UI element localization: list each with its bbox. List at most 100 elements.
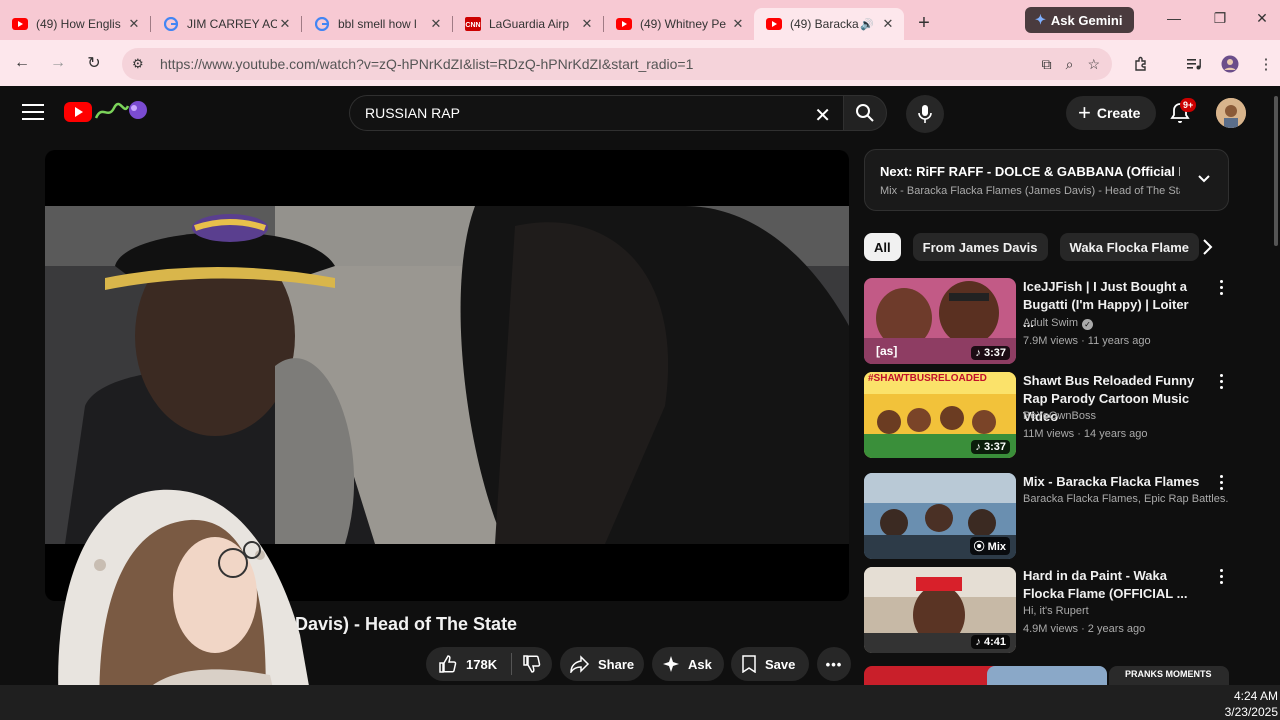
screen: (49) How Englis ✕ JIM CARREY AC ✕ bbl sm… bbox=[0, 0, 1280, 720]
back-arrow-icon[interactable]: ← bbox=[4, 45, 40, 81]
video-thumbnail[interactable]: #SHAWTBUSRELOADED ♪ 3:37 bbox=[864, 372, 1016, 458]
browser-tab[interactable]: CNN LaGuardia Airp ✕ bbox=[453, 8, 603, 40]
install-app-icon[interactable]: ⧉ bbox=[1042, 56, 1052, 73]
page-scrollbar[interactable] bbox=[1274, 96, 1278, 246]
youtube-header: RUSSIAN RAP ✕ + Create 9+ bbox=[0, 88, 1280, 138]
taskbar-clock[interactable]: 4:24 AM 3/23/2025 bbox=[1212, 688, 1278, 720]
save-label: Save bbox=[765, 656, 796, 672]
sparkle-icon bbox=[662, 655, 680, 673]
rec-channel[interactable]: Baracka Flacka Flames, Epic Rap Battles.… bbox=[1023, 493, 1228, 505]
hamburger-menu-icon[interactable] bbox=[22, 104, 44, 125]
more-vertical-icon[interactable] bbox=[1216, 475, 1226, 493]
rec-channel[interactable]: Hi, it's Rupert bbox=[1023, 605, 1228, 617]
google-favicon-icon bbox=[314, 16, 330, 32]
close-icon[interactable]: ✕ bbox=[126, 16, 142, 32]
up-next-panel[interactable]: Next: RiFF RAFF - DOLCE & GABBANA (Offic… bbox=[864, 149, 1229, 211]
close-icon[interactable]: ✕ bbox=[428, 16, 444, 32]
list-item[interactable]: [as] ♪ 3:37 IceJJFish | I Just Bought a … bbox=[864, 278, 1234, 364]
list-item[interactable]: ♪ 4:41 Hard in da Paint - Waka Flocka Fl… bbox=[864, 567, 1234, 653]
mix-thumbnail[interactable]: ⦿ Mix bbox=[864, 473, 1016, 559]
like-thumb-icon[interactable] bbox=[438, 654, 458, 674]
search-query-text: RUSSIAN RAP bbox=[365, 105, 460, 121]
site-info-icon[interactable]: ⚙ bbox=[132, 56, 154, 72]
search-button[interactable] bbox=[843, 95, 887, 131]
chevron-right-icon[interactable] bbox=[1196, 236, 1218, 258]
video-thumbnail[interactable]: [as] ♪ 3:37 bbox=[864, 278, 1016, 364]
rec-meta: 4.9M views · 2 years ago bbox=[1023, 623, 1146, 635]
ask-label: Ask bbox=[688, 656, 712, 672]
video-thumbnail[interactable]: ♪ 4:41 bbox=[864, 567, 1016, 653]
close-icon[interactable]: ✕ bbox=[880, 16, 896, 32]
close-icon[interactable]: ✕ bbox=[277, 16, 293, 32]
browser-tab-active[interactable]: (49) Baracka 🔊 ✕ bbox=[754, 8, 904, 40]
reload-icon[interactable]: ↻ bbox=[76, 45, 112, 81]
account-avatar[interactable] bbox=[1216, 98, 1246, 128]
voice-search-button[interactable] bbox=[906, 95, 944, 133]
chevron-down-icon[interactable] bbox=[1196, 170, 1212, 186]
browser-tab[interactable]: JIM CARREY AC ✕ bbox=[151, 8, 301, 40]
browser-tab-strip: (49) How Englis ✕ JIM CARREY AC ✕ bbl sm… bbox=[0, 0, 1280, 40]
save-button[interactable]: Save bbox=[731, 647, 809, 681]
like-count[interactable]: 178K bbox=[466, 657, 497, 672]
minimize-icon[interactable]: — bbox=[1162, 10, 1186, 26]
rec-title[interactable]: Hard in da Paint - Waka Flocka Flame (OF… bbox=[1023, 567, 1198, 603]
forward-arrow-icon[interactable]: → bbox=[40, 45, 76, 81]
youtube-doodle-logo[interactable] bbox=[94, 98, 150, 124]
more-actions-button[interactable]: ••• bbox=[817, 647, 851, 681]
new-tab-button[interactable]: + bbox=[908, 7, 940, 39]
chip-all[interactable]: All bbox=[864, 233, 901, 261]
browser-tab[interactable]: bbl smell how l ✕ bbox=[302, 8, 452, 40]
address-bar[interactable]: ⚙ https://www.youtube.com/watch?v=zQ-hPN… bbox=[122, 48, 1112, 80]
rec-title[interactable]: Mix - Baracka Flacka Flames bbox=[1023, 473, 1208, 491]
more-vertical-icon[interactable] bbox=[1216, 374, 1226, 392]
close-icon[interactable]: ✕ bbox=[579, 16, 595, 32]
duration-badge: ♪ 4:41 bbox=[971, 635, 1010, 649]
video-thumbnail[interactable]: PRANKS MOMENTS bbox=[1109, 666, 1229, 686]
chip-waka-flocka-flame[interactable]: Waka Flocka Flame bbox=[1059, 233, 1199, 261]
more-vertical-icon[interactable] bbox=[1216, 280, 1226, 298]
up-next-playlist: Mix - Baracka Flacka Flames (James Davis… bbox=[880, 185, 1180, 197]
profile-avatar-icon[interactable] bbox=[1218, 52, 1242, 76]
close-icon[interactable]: ✕ bbox=[730, 16, 746, 32]
speaker-icon[interactable]: 🔊 bbox=[860, 18, 876, 31]
share-button[interactable]: Share bbox=[560, 647, 644, 681]
youtube-favicon-icon bbox=[616, 16, 632, 32]
list-item[interactable]: #SHAWTBUSRELOADED ♪ 3:37 Shawt Bus Reloa… bbox=[864, 372, 1234, 458]
youtube-logo[interactable] bbox=[64, 102, 92, 122]
verified-check-icon: ✓ bbox=[1082, 319, 1094, 330]
extensions-puzzle-icon[interactable] bbox=[1129, 52, 1153, 76]
more-vertical-icon[interactable] bbox=[1216, 569, 1226, 587]
gemini-sparkle-icon: ✦ bbox=[1035, 12, 1046, 27]
url-text[interactable]: https://www.youtube.com/watch?v=zQ-hPNrK… bbox=[160, 56, 693, 72]
tab-title: JIM CARREY AC bbox=[187, 17, 277, 31]
more-menu-icon[interactable]: ⋮ bbox=[1254, 52, 1278, 76]
window-close-icon[interactable]: ✕ bbox=[1250, 10, 1274, 27]
browser-tab[interactable]: (49) Whitney Pe ✕ bbox=[604, 8, 754, 40]
ask-button[interactable]: Ask bbox=[652, 647, 724, 681]
search-input[interactable]: RUSSIAN RAP ✕ bbox=[349, 95, 843, 131]
create-button[interactable]: + Create bbox=[1066, 96, 1157, 130]
video-thumbnail[interactable] bbox=[987, 666, 1107, 686]
plus-icon: + bbox=[1078, 100, 1091, 125]
zoom-icon[interactable]: ⌕ bbox=[1066, 56, 1074, 73]
chip-from-james-davis[interactable]: From James Davis bbox=[912, 233, 1048, 261]
duration-badge: ♪ 3:37 bbox=[971, 440, 1010, 454]
restore-icon[interactable]: ❐ bbox=[1208, 10, 1232, 27]
create-label: Create bbox=[1096, 105, 1141, 121]
rec-channel[interactable]: BeYoOwnBoss bbox=[1023, 410, 1228, 422]
bookmark-star-icon[interactable]: ☆ bbox=[1087, 56, 1100, 73]
google-favicon-icon bbox=[163, 16, 179, 32]
clear-search-icon[interactable]: ✕ bbox=[814, 103, 831, 128]
youtube-favicon-icon bbox=[766, 16, 782, 32]
clock-time: 4:24 AM bbox=[1233, 689, 1278, 703]
browser-tab[interactable]: (49) How Englis ✕ bbox=[0, 8, 150, 40]
thumbnail-tag: #SHAWTBUSRELOADED bbox=[868, 373, 987, 384]
clock-date: 3/23/2025 bbox=[1224, 705, 1278, 719]
ask-gemini-button[interactable]: ✦ Ask Gemini bbox=[1025, 7, 1135, 33]
thumbnail-tag: [as] bbox=[876, 344, 898, 358]
media-controls-icon[interactable] bbox=[1182, 52, 1206, 76]
thumbnail-text: PRANKS MOMENTS bbox=[1125, 669, 1212, 679]
rec-channel[interactable]: Adult Swim ✓ bbox=[1023, 317, 1228, 330]
dislike-thumb-icon[interactable] bbox=[522, 654, 542, 674]
list-item[interactable]: ⦿ Mix Mix - Baracka Flacka Flames Barack… bbox=[864, 473, 1234, 559]
